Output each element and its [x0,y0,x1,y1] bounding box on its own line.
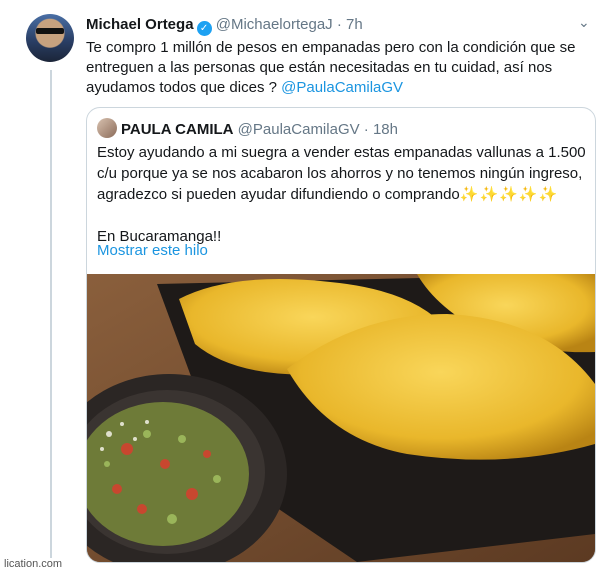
chevron-down-icon[interactable]: ⌄ [578,14,590,31]
verified-icon: ✓ [196,21,212,36]
quoted-avatar [97,118,117,138]
tweet[interactable]: Michael Ortega ✓ @MichaelortegaJ · 7h ⌄ T… [0,0,611,570]
tweet-header: Michael Ortega ✓ @MichaelortegaJ · 7h [86,16,363,36]
tweet-text: Te compro 1 millón de pesos en empanadas… [86,38,596,98]
quoted-author-name: PAULA CAMILA [121,121,234,138]
sparkles-emoji: ✨✨✨✨✨ [459,186,559,203]
quoted-author-handle: @PaulaCamilaGV [237,121,360,138]
empanadas-photo[interactable] [87,274,595,562]
quoted-time: 18h [372,121,398,138]
tweet-time[interactable]: 7h [346,16,363,33]
thread-line [50,70,52,566]
avatar[interactable] [26,14,74,62]
show-thread-link[interactable]: Mostrar este hilo [97,242,208,259]
quoted-tweet[interactable]: PAULA CAMILA @PaulaCamilaGV · 18h Estoy … [86,107,596,563]
empanadas-photo-graphic [87,274,595,562]
mention-link[interactable]: @PaulaCamilaGV [281,79,403,96]
quoted-header: PAULA CAMILA @PaulaCamilaGV · 18h [97,118,398,138]
author-name[interactable]: Michael Ortega [86,16,194,33]
separator-dot: · [336,16,342,33]
footer-text: lication.com [0,558,67,570]
quoted-text: Estoy ayudando a mi suegra a vender esta… [97,142,587,247]
quoted-separator-dot: · [363,121,369,138]
author-handle[interactable]: @MichaelortegaJ [216,16,333,33]
